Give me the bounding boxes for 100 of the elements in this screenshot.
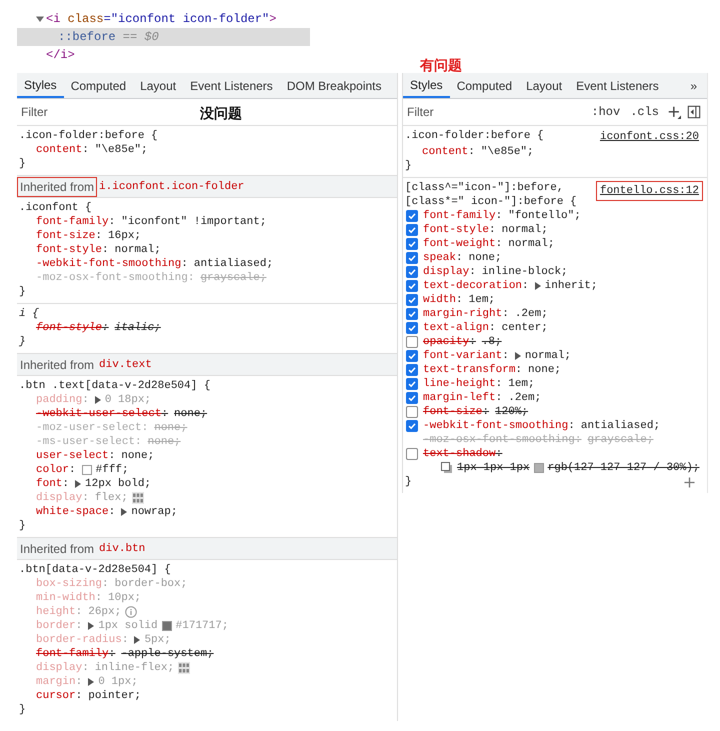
css-selector: [class^="icon-"]:before, bbox=[405, 181, 564, 195]
property-name[interactable]: user-select: bbox=[36, 449, 122, 463]
toolbar-button[interactable]: :hov bbox=[589, 105, 622, 119]
property-value: center; bbox=[502, 321, 548, 335]
checkbox[interactable] bbox=[406, 350, 418, 362]
checkbox[interactable] bbox=[406, 406, 418, 418]
element-link[interactable]: div.btn bbox=[99, 542, 146, 554]
property-name[interactable]: font-style: bbox=[36, 321, 115, 335]
property-name[interactable]: font-style: bbox=[36, 243, 115, 257]
property-name[interactable]: font-family: bbox=[36, 215, 122, 229]
checkbox[interactable] bbox=[406, 322, 418, 334]
property-name[interactable]: display: bbox=[423, 265, 482, 279]
expand-triangle-icon[interactable] bbox=[134, 636, 140, 644]
checkbox[interactable] bbox=[406, 224, 418, 236]
tab[interactable]: Layout bbox=[519, 73, 570, 98]
property-name[interactable]: content: bbox=[422, 145, 481, 159]
checkbox[interactable] bbox=[406, 420, 418, 432]
grid-icon[interactable] bbox=[132, 492, 144, 504]
property-name[interactable]: text-align: bbox=[423, 321, 502, 335]
property-name[interactable]: text-transform: bbox=[423, 363, 528, 377]
property-name[interactable]: font-family: bbox=[423, 209, 508, 223]
checkbox[interactable] bbox=[406, 392, 418, 404]
dom-tree-row[interactable]: <i class="iconfont icon-folder"> bbox=[17, 10, 310, 28]
property-name[interactable]: color: bbox=[36, 463, 82, 477]
tab[interactable]: Event Listeners bbox=[183, 73, 280, 98]
sidebar-toggle-icon[interactable] bbox=[687, 105, 701, 119]
property-name[interactable]: font-weight: bbox=[423, 237, 508, 251]
expand-triangle-icon[interactable] bbox=[121, 508, 128, 516]
source-link[interactable]: fontello.css:12 bbox=[596, 181, 703, 201]
property-name[interactable]: font-style: bbox=[423, 223, 502, 237]
checkbox[interactable] bbox=[406, 210, 418, 222]
checkbox[interactable] bbox=[406, 378, 418, 390]
checkbox[interactable] bbox=[406, 294, 418, 306]
property-value: 26px; bbox=[88, 605, 122, 619]
checkbox[interactable] bbox=[406, 364, 418, 376]
color-swatch[interactable] bbox=[534, 463, 544, 473]
property-name[interactable]: font-size: bbox=[423, 405, 496, 419]
property-name[interactable]: line-height: bbox=[423, 377, 508, 391]
property-name[interactable]: -webkit-font-smoothing: bbox=[36, 257, 194, 271]
property-value: none; bbox=[148, 435, 181, 449]
property-name[interactable]: cursor: bbox=[36, 689, 88, 703]
property-name[interactable]: font: bbox=[36, 477, 76, 491]
add-icon[interactable] bbox=[667, 105, 681, 119]
expand-triangle-icon[interactable] bbox=[514, 352, 521, 360]
property-name[interactable]: font-variant: bbox=[423, 349, 515, 363]
property-value: #171717; bbox=[176, 619, 228, 633]
tab[interactable]: Styles bbox=[17, 73, 64, 98]
checkbox[interactable] bbox=[406, 336, 418, 348]
property-name[interactable]: font-size: bbox=[36, 229, 108, 243]
tab[interactable]: DOM Breakpoints bbox=[280, 73, 389, 98]
dom-node-text: <i class="iconfont icon-folder"> bbox=[46, 12, 276, 26]
property-name[interactable]: margin-right: bbox=[423, 307, 515, 321]
dom-tree-row[interactable]: ::before == $0 bbox=[17, 28, 310, 46]
expand-triangle-icon[interactable] bbox=[75, 480, 82, 488]
toolbar-button[interactable]: .cls bbox=[628, 105, 661, 119]
expand-triangle-icon[interactable] bbox=[94, 396, 101, 404]
checkbox[interactable] bbox=[406, 266, 418, 278]
property-name[interactable]: font-family: bbox=[36, 647, 122, 661]
checkbox[interactable] bbox=[406, 448, 418, 460]
tab[interactable]: Event Listeners bbox=[569, 73, 666, 98]
source-link[interactable]: iconfont.css:20 bbox=[596, 129, 703, 145]
element-link[interactable]: div.text bbox=[99, 358, 152, 370]
element-link[interactable]: i.iconfont.icon-folder bbox=[99, 180, 244, 192]
tab[interactable]: Computed bbox=[64, 73, 134, 98]
grid-icon[interactable] bbox=[178, 662, 190, 674]
checkbox[interactable] bbox=[406, 308, 418, 320]
property-name[interactable]: -webkit-font-smoothing: bbox=[423, 419, 581, 433]
checkbox[interactable] bbox=[406, 252, 418, 264]
info-icon[interactable] bbox=[125, 606, 138, 618]
shadow-editor-icon[interactable] bbox=[441, 462, 453, 474]
tab[interactable]: Styles bbox=[403, 73, 450, 98]
dom-tree-row[interactable]: </i> bbox=[17, 46, 310, 64]
expand-triangle-icon[interactable] bbox=[534, 282, 541, 290]
expand-triangle-icon[interactable] bbox=[88, 678, 94, 686]
checkbox[interactable] bbox=[406, 238, 418, 250]
property-value: 0 18px; bbox=[104, 393, 152, 407]
property-value: .2em; bbox=[508, 391, 542, 405]
expand-triangle-icon[interactable] bbox=[36, 15, 44, 23]
property-value: inline-flex; bbox=[94, 661, 174, 675]
tab[interactable]: Computed bbox=[450, 73, 520, 98]
property-name[interactable]: text-shadow: bbox=[423, 447, 508, 461]
more-tabs-button[interactable]: » bbox=[680, 73, 707, 98]
property-name[interactable]: opacity: bbox=[423, 335, 482, 349]
property-name[interactable]: margin-left: bbox=[423, 391, 508, 405]
color-swatch[interactable] bbox=[82, 465, 92, 475]
property-name[interactable]: text-decoration: bbox=[423, 279, 535, 293]
inherited-label: Inherited from bbox=[19, 356, 96, 374]
property-name[interactable]: content: bbox=[36, 143, 95, 157]
property-value: 1em; bbox=[508, 377, 535, 391]
property-value: "\e85e"; bbox=[480, 145, 534, 159]
property-name[interactable]: width: bbox=[423, 293, 469, 307]
tab[interactable]: Layout bbox=[133, 73, 184, 98]
checkbox[interactable] bbox=[406, 280, 418, 292]
expand-triangle-icon[interactable] bbox=[88, 622, 94, 630]
add-icon[interactable] bbox=[684, 476, 695, 488]
property-value: none; bbox=[528, 363, 562, 377]
color-swatch[interactable] bbox=[162, 621, 172, 631]
property-name[interactable]: -webkit-user-select: bbox=[36, 407, 174, 421]
property-name[interactable]: white-space: bbox=[36, 505, 122, 519]
property-name[interactable]: speak: bbox=[423, 251, 469, 265]
